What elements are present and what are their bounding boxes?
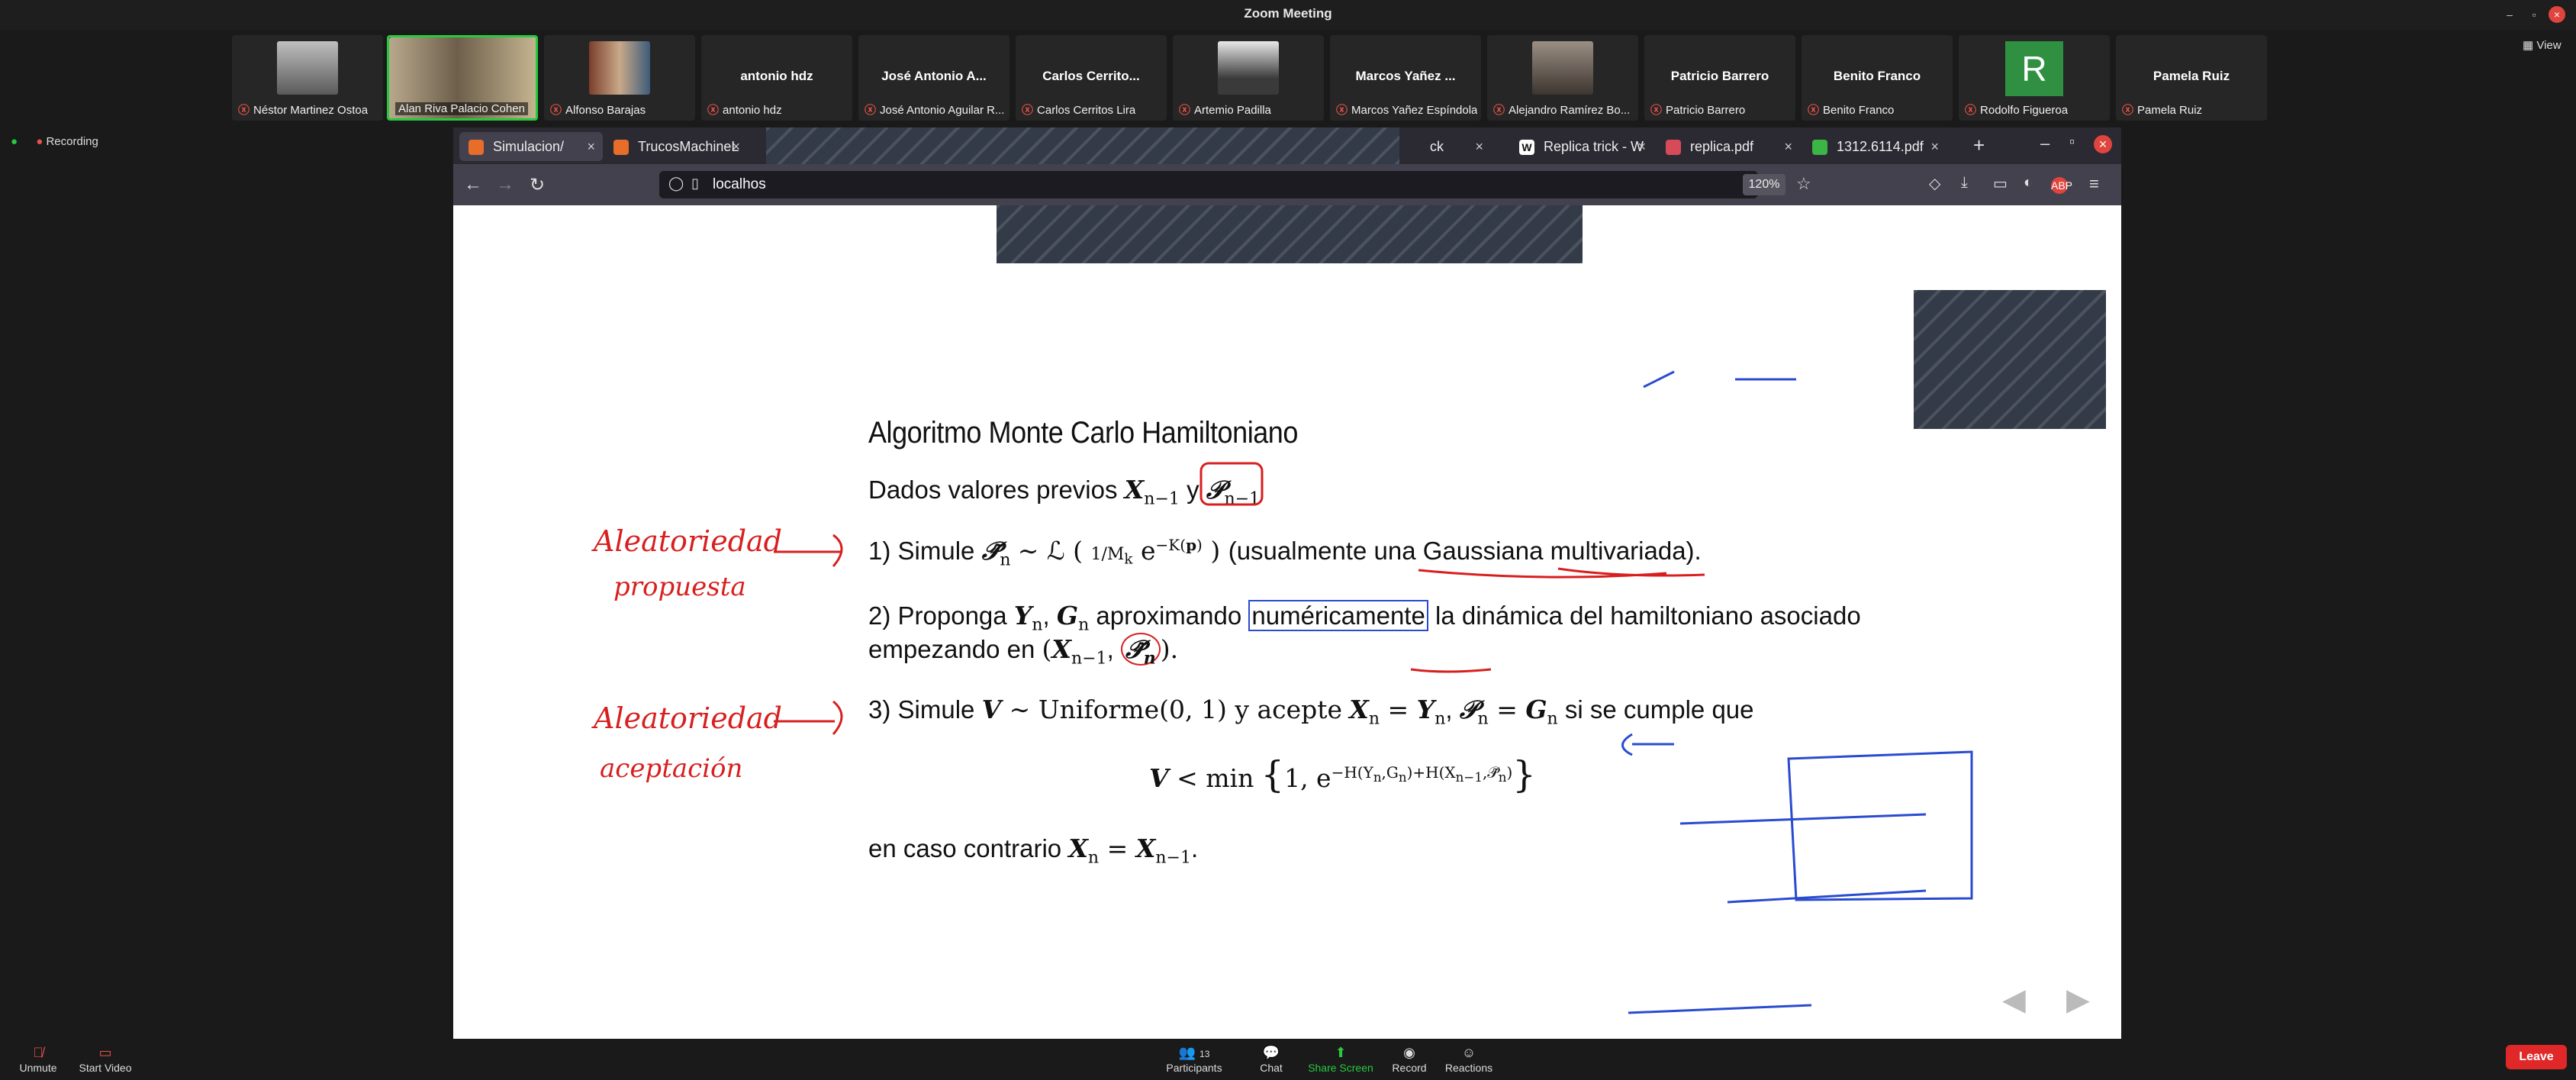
prev-slide-icon[interactable]: ◀ [2002,982,2026,1017]
participant-name: Benito Franco [1823,104,1895,117]
grid-icon: ▦ [2523,39,2537,52]
reactions-button[interactable]: ☺ Reactions [1442,1045,1496,1074]
mic-muted-icon: ⓧ [550,104,562,117]
participant-name: José Antonio Aguilar R... [880,104,1005,117]
participant-display-name: José Antonio A... [881,69,987,83]
participants-button[interactable]: 👥 13 Participants [1160,1045,1228,1074]
share-screen-button[interactable]: ⬆ Share Screen [1306,1045,1375,1074]
box-red [1199,462,1264,506]
participant-name: Carlos Cerritos Lira [1037,104,1136,117]
mic-muted-icon: ⓧ [707,104,720,117]
participant-tile[interactable]: ⓧ Néstor Martinez Ostoa [232,35,383,121]
note-blue [1643,370,1796,388]
participant-video [589,41,650,95]
participant-display-name: Benito Franco [1833,69,1921,83]
participant-tile[interactable]: Benito Franco ⓧ Benito Franco [1802,35,1953,121]
unmute-button[interactable]: 🎙̸ Unmute [15,1045,61,1074]
participant-display-name: Pamela Ruiz [2153,69,2230,83]
participant-tile[interactable]: antonio hdz ⓧ antonio hdz [701,35,852,121]
record-icon: ◉ [1403,1045,1415,1060]
participant-name: Alejandro Ramírez Bo... [1509,104,1631,117]
start-video-button[interactable]: ▭ Start Video [75,1045,136,1074]
participant-video [1532,41,1593,95]
mic-muted-icon: ⓧ [865,104,877,117]
underline-red [1410,668,1492,673]
arrow-red [774,534,843,567]
participant-name: Patricio Barrero [1666,104,1746,117]
participant-display-name: Marcos Yañez ... [1355,69,1456,83]
minimize-icon[interactable]: – [2501,6,2518,23]
participant-tile[interactable]: Marcos Yañez ... ⓧ Marcos Yañez Espíndola [1330,35,1481,121]
participant-avatar: R [2005,41,2063,96]
pdf-slide: Algoritmo Monte Carlo Hamiltoniano Dados… [453,127,2121,1039]
leave-button[interactable]: Leave [2506,1045,2567,1069]
video-off-icon: ▭ [98,1045,112,1060]
underline-red [1418,569,1667,579]
participants-icon: 👥 13 [1178,1045,1210,1060]
participant-display-name: Patricio Barrero [1670,69,1769,83]
note-blue [1787,750,1973,901]
note-blue [1621,733,1674,756]
mic-muted-icon: ⓧ [2122,104,2134,117]
ink-strokes [774,370,1973,1014]
participant-tile[interactable]: ⓧ Artemio Padilla [1173,35,1324,121]
participant-name: Néstor Martinez Ostoa [253,104,369,117]
mic-muted-icon: ⓧ [1650,104,1663,117]
mic-muted-icon: ⓧ [238,104,250,117]
participant-name: Alfonso Barajas [565,104,646,117]
participant-tile[interactable]: Pamela Ruiz ⓧ Pamela Ruiz [2116,35,2267,121]
note-blue [1679,813,1927,825]
participant-tile[interactable]: ⓧ Alejandro Ramírez Bo... [1487,35,1638,121]
mic-muted-icon: ⓧ [1493,104,1505,117]
shield-icon: ● [11,135,18,148]
participant-name: Marcos Yañez Espíndola [1351,104,1478,117]
chat-button[interactable]: 💬 Chat [1256,1045,1286,1074]
record-button[interactable]: ◉ Record [1390,1045,1428,1074]
window-title: Zoom Meeting [1244,6,1332,21]
participant-name: antonio hdz [723,104,782,117]
participant-display-name: Carlos Cerrito... [1042,69,1140,83]
share-screen-icon: ⬆ [1335,1045,1347,1060]
note-blue [1628,1004,1812,1014]
reactions-icon: ☺ [1461,1045,1476,1060]
participant-tile[interactable]: Patricio Barrero ⓧ Patricio Barrero [1644,35,1795,121]
arrow-red [774,700,843,735]
participant-display-name: antonio hdz [740,69,813,83]
record-dot-icon: ● [36,135,43,148]
maximize-icon[interactable]: ▫ [2526,6,2542,23]
participant-tile[interactable]: R ⓧ Rodolfo Figueroa [1959,35,2110,121]
participant-tile[interactable]: José Antonio A... ⓧ José Antonio Aguilar … [858,35,1009,121]
chat-icon: 💬 [1262,1045,1280,1060]
recording-indicator: ● ● Recording [11,135,98,148]
participant-name: Alan Riva Palacio Cohen [398,102,525,115]
close-icon[interactable]: × [2549,6,2565,23]
shared-screen: Simulacion/× TrucosMachineL × ck × W Repli… [453,127,2121,1039]
participant-name: Artemio Padilla [1194,104,1271,117]
participant-name: Pamela Ruiz [2137,104,2203,117]
next-slide-icon[interactable]: ▶ [2066,982,2090,1017]
mic-muted-icon: ⓧ [1336,104,1348,117]
mic-muted-icon: ⓧ [1179,104,1191,117]
mic-muted-icon: ⓧ [1965,104,1977,117]
meeting-toolbar: 🎙̸ Unmute ▭ Start Video 👥 13 Participants 💬… [0,1039,2576,1080]
participant-tile-active[interactable]: Alan Riva Palacio Cohen [387,35,538,121]
participant-tile[interactable]: Carlos Cerrito... ⓧ Carlos Cerritos Lira [1016,35,1167,121]
participant-video [1218,41,1279,95]
mic-muted-icon: ⓧ [1808,104,1820,117]
view-button[interactable]: ▦ View [2523,38,2562,52]
zoom-title-bar: Zoom Meeting – ▫ × [0,0,2576,31]
participant-video [277,41,338,95]
mic-muted-icon: ⓧ [1022,104,1034,117]
participant-name: Rodolfo Figueroa [1980,104,2069,117]
mic-muted-icon: 🎙̸ [33,1045,43,1060]
participant-tile[interactable]: ⓧ Alfonso Barajas [544,35,695,121]
